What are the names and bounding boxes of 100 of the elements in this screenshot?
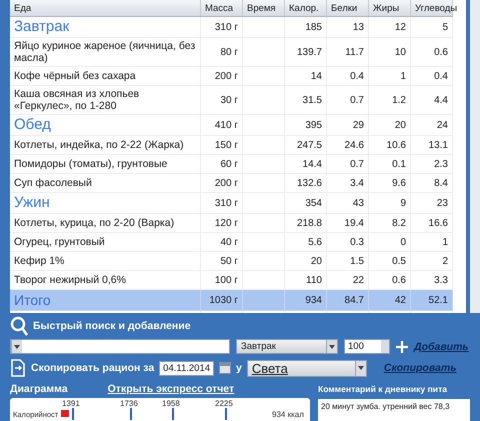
table-cell: 2.3: [434, 158, 448, 170]
table-cell: 14: [310, 70, 322, 82]
food-name: Огурец, грунтовый: [14, 236, 105, 248]
table-cell: 354: [305, 198, 322, 208]
date-field[interactable]: 04.11.2014: [159, 360, 214, 376]
comment-field[interactable]: 20 минут зумба. утренний вес 78,3: [318, 399, 470, 421]
value-label: 934 ккал: [272, 410, 304, 419]
column-header[interactable]: Время: [242, 0, 284, 16]
table-cell: 29: [352, 120, 364, 130]
table-cell: 5.6: [308, 236, 322, 248]
column-header[interactable]: Белки: [326, 0, 368, 16]
table-cell: 310 г: [214, 198, 238, 208]
table-cell: 0.7: [350, 158, 364, 170]
table-cell: 3.4: [350, 178, 364, 188]
table-cell: 14.4: [302, 158, 322, 170]
preposition-label: у: [236, 362, 242, 374]
table-cell: 410 г: [214, 120, 238, 130]
table-cell: 50 г: [220, 256, 238, 266]
table-cell: 247.5: [296, 140, 322, 150]
amount-field[interactable]: 100: [344, 339, 390, 354]
table-cell: 10.6: [386, 140, 406, 150]
meal-title: Итого: [14, 292, 51, 308]
food-name: Кофе чёрный без сахара: [14, 70, 136, 82]
search-icon: [10, 316, 28, 336]
meal-title: Обед: [14, 116, 51, 133]
table-cell: 200 г: [214, 178, 238, 188]
table-cell: 1: [400, 70, 406, 82]
food-search-field[interactable]: [10, 339, 230, 354]
diagram-title: Диаграмма: [10, 383, 68, 395]
table-cell: 0.1: [392, 158, 406, 170]
copy-label: Скопировать рацион за: [31, 362, 154, 374]
table-cell: 1: [442, 236, 448, 248]
table-cell: 2: [442, 256, 448, 266]
table-cell: 132.6: [296, 178, 322, 188]
table-cell: 0.3: [350, 236, 364, 248]
meal-title: Завтрак: [14, 18, 70, 35]
food-name: Котлеты, курица, по 2-20 (Варка): [14, 217, 174, 229]
table-cell: 43: [352, 198, 364, 208]
table-cell: 8.4: [434, 178, 448, 188]
table-cell: 13: [352, 22, 364, 32]
table-cell: 310 г: [214, 22, 238, 32]
table-cell: 8.2: [392, 218, 406, 228]
table-cell: 52.1: [428, 294, 448, 306]
table-cell: 100 г: [214, 274, 238, 286]
table-cell: 84.7: [344, 294, 364, 306]
table-cell: 30 г: [220, 94, 238, 106]
table-cell: 0.5: [392, 256, 406, 266]
table-cell: 0.6: [434, 46, 448, 58]
table-cell: 934: [305, 294, 322, 306]
table-cell: 10: [394, 46, 406, 58]
person-dropdown[interactable]: Света: [246, 360, 367, 376]
column-header[interactable]: Жиры: [368, 0, 410, 16]
table-cell: 0: [400, 236, 406, 248]
calorie-bar: [61, 410, 69, 417]
table-cell: 200 г: [214, 70, 238, 82]
table-cell: 120 г: [214, 218, 238, 228]
table-cell: 60 г: [220, 158, 238, 170]
table-cell: 0.4: [434, 70, 448, 82]
table-cell: 31.5: [302, 94, 322, 106]
table-cell: 1.2: [392, 94, 406, 106]
table-cell: 80 г: [220, 46, 238, 58]
table-cell: 20: [310, 256, 322, 266]
table-cell: 0.7: [350, 94, 364, 106]
food-name: Кефир 1%: [14, 255, 64, 267]
section-title: Быстрый поиск и добавление: [33, 320, 191, 332]
tick-label: 1736: [120, 399, 138, 408]
table-cell: 16.6: [428, 218, 448, 228]
table-cell: 0.6: [392, 274, 406, 286]
column-header[interactable]: Калор.: [284, 0, 326, 16]
tick-label: 2225: [215, 399, 233, 408]
table-cell: 9.6: [392, 178, 406, 188]
table-cell: 22: [352, 274, 364, 286]
table-cell: 24.6: [344, 140, 364, 150]
table-cell: 20: [394, 120, 406, 130]
report-link[interactable]: Открыть экспресс отчет: [108, 383, 234, 395]
food-name: Творог нежирный 0,6%: [14, 274, 126, 286]
column-header[interactable]: Масса: [200, 0, 242, 16]
table-cell: 218.8: [296, 218, 322, 228]
table-cell: 12: [394, 22, 406, 32]
tick-label: 1958: [162, 399, 180, 408]
table-cell: 13.1: [428, 140, 448, 150]
calendar-icon[interactable]: [219, 362, 232, 374]
table-cell: 150 г: [214, 140, 238, 150]
table-cell: 24: [436, 120, 448, 130]
table-cell: 3.3: [434, 274, 448, 286]
table-cell: 0.4: [350, 70, 364, 82]
table-cell: 139.7: [296, 46, 322, 58]
comment-title: Комментарий к дневнику пита: [318, 384, 448, 394]
food-name: Яйцо куриное жареное (яичница, без масла): [14, 40, 196, 64]
table-cell: 11.7: [345, 46, 364, 58]
meal-dropdown[interactable]: Завтрак: [236, 339, 338, 354]
column-header[interactable]: Еда: [10, 0, 200, 16]
table-cell: 185: [305, 22, 322, 32]
tick-label: 1391: [62, 399, 80, 408]
table-cell: 395: [305, 120, 322, 130]
food-name: Суп фасолевый: [14, 177, 92, 189]
plus-icon[interactable]: [396, 340, 408, 352]
meal-title: Ужин: [14, 194, 50, 211]
table-cell: 4.4: [434, 94, 448, 106]
table-cell: 1030 г: [209, 294, 238, 306]
